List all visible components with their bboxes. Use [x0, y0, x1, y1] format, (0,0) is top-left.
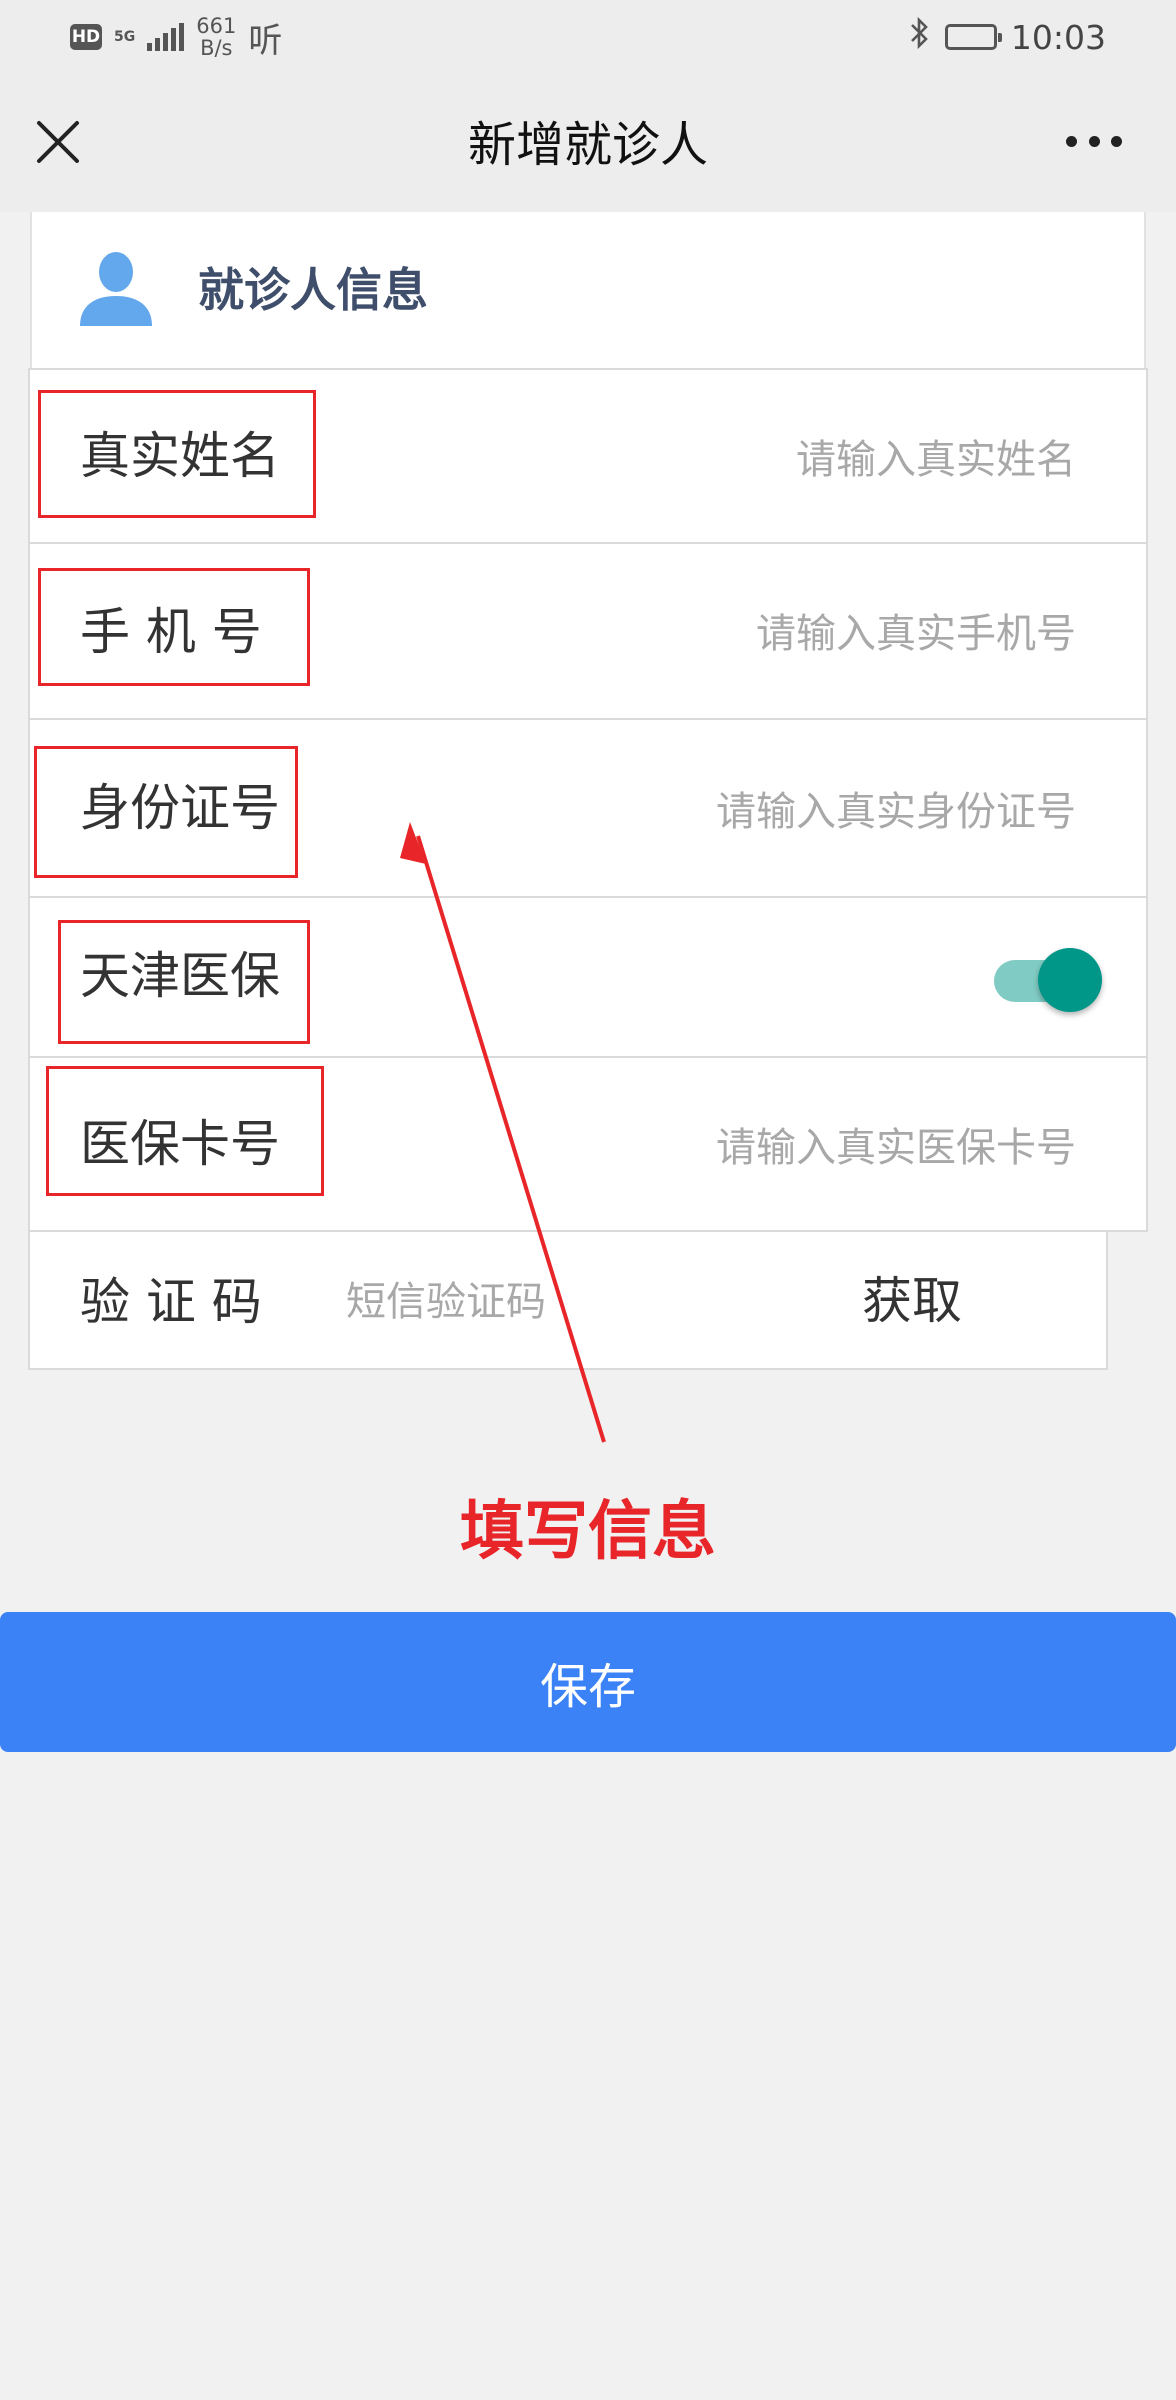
- page: HD 5G 661 B/s 听 10:03 新增就诊人 就诊人信息 真实姓名 请…: [0, 0, 1176, 2400]
- speed-unit: B/s: [200, 36, 233, 60]
- verify-code-label: 验 证 码: [80, 1273, 262, 1331]
- real-name-input[interactable]: 请输入真实姓名: [796, 432, 1076, 488]
- patient-info-card: 就诊人信息: [30, 212, 1146, 370]
- status-left: HD 5G 661 B/s 听: [70, 12, 282, 62]
- signal-icon: [147, 23, 185, 51]
- battery-icon: [944, 24, 1002, 50]
- bluetooth-icon: [909, 16, 931, 58]
- annotation-box-tianjin-insurance: [58, 920, 310, 1044]
- status-bar: HD 5G 661 B/s 听 10:03: [0, 0, 1176, 72]
- annotation-box-insurance-card: [46, 1066, 324, 1196]
- page-title: 新增就诊人: [467, 117, 708, 173]
- tianjin-insurance-toggle[interactable]: [994, 948, 1102, 1012]
- annotation-box-phone: [38, 568, 310, 686]
- phone-input[interactable]: 请输入真实手机号: [756, 606, 1076, 662]
- speed-value: 661: [196, 14, 237, 38]
- annotation-text: 填写信息: [460, 1495, 716, 1569]
- id-number-input[interactable]: 请输入真实身份证号: [716, 784, 1076, 840]
- network-type: 5G: [114, 29, 136, 45]
- verify-code-input[interactable]: [346, 1274, 596, 1330]
- annotation-box-real-name: [38, 390, 316, 518]
- hd-icon: HD: [70, 24, 102, 50]
- save-button[interactable]: 保存: [0, 1612, 1176, 1752]
- clock: 10:03: [1010, 17, 1106, 57]
- status-right: 10:03: [909, 12, 1106, 62]
- insurance-card-input[interactable]: 请输入真实医保卡号: [716, 1120, 1076, 1176]
- more-icon[interactable]: [1066, 136, 1122, 148]
- card-title: 就诊人信息: [198, 263, 428, 317]
- nav-bar: 新增就诊人: [0, 72, 1176, 212]
- person-icon: [80, 252, 152, 326]
- toggle-knob: [1038, 948, 1102, 1012]
- annotation-box-id-number: [34, 746, 298, 878]
- network-speed: 661 B/s: [196, 15, 236, 59]
- verify-code-row: 验 证 码 获取: [28, 1230, 1108, 1370]
- listen-icon: 听: [248, 20, 283, 61]
- get-code-button[interactable]: 获取: [862, 1268, 962, 1334]
